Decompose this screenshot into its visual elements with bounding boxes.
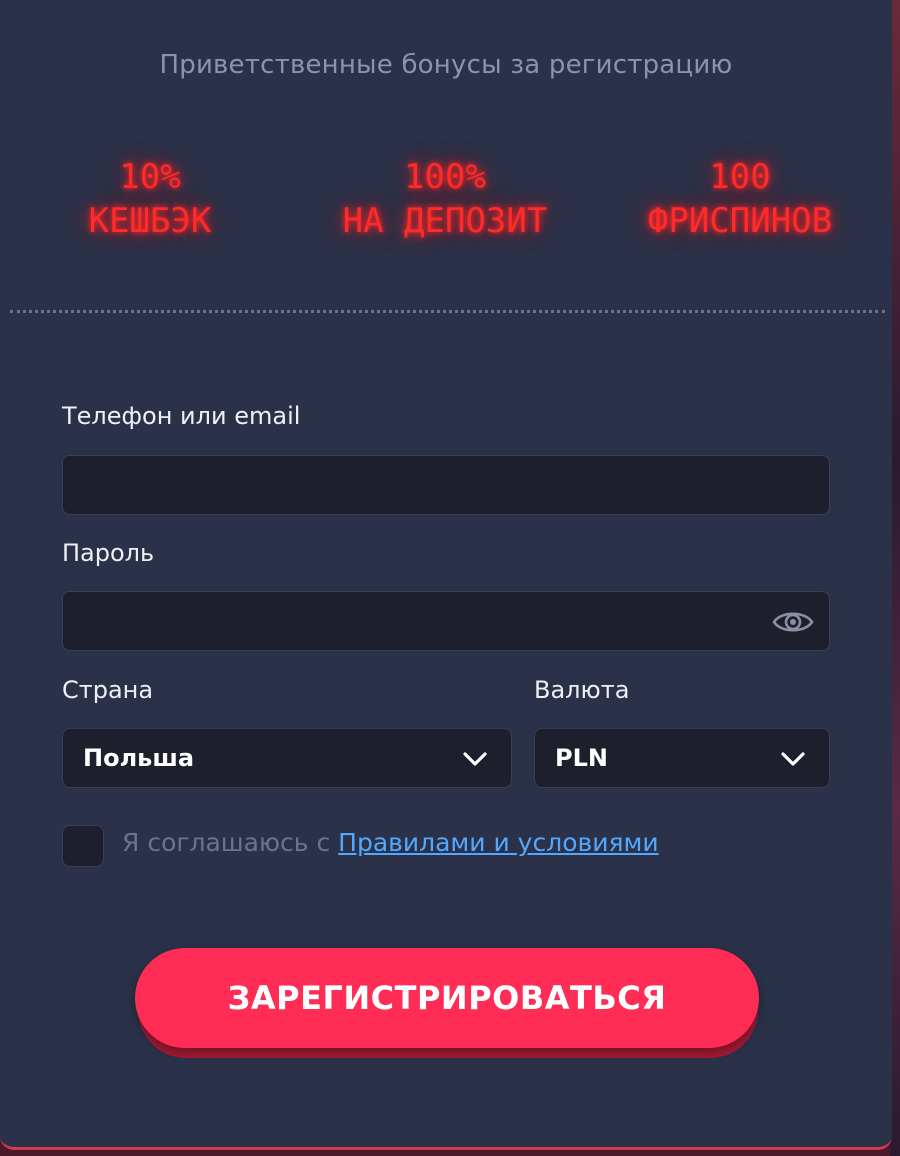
bonus-freespins-value: 100 <box>709 157 771 197</box>
bonus-freespins-label: ФРИСПИНОВ <box>647 201 833 241</box>
registration-panel: Приветственные бонусы за регистрацию 10%… <box>0 0 892 1150</box>
country-label: Страна <box>62 676 154 704</box>
bonus-deposit-value: 100% <box>404 157 486 197</box>
country-select[interactable]: Польша <box>62 728 512 788</box>
register-button[interactable]: ЗАРЕГИСТРИРОВАТЬСЯ <box>135 948 759 1048</box>
agree-terms-checkbox[interactable] <box>62 825 104 867</box>
bonus-cashback-value: 10% <box>119 157 181 197</box>
terms-link[interactable]: Правилами и условиями <box>338 828 658 857</box>
bonus-cashback-label: КЕШБЭК <box>88 201 212 241</box>
currency-select[interactable]: PLN <box>534 728 830 788</box>
country-selected-value: Польша <box>83 744 195 772</box>
login-label: Телефон или email <box>62 402 301 430</box>
currency-label: Валюта <box>534 676 630 704</box>
welcome-bonus-subtitle: Приветственные бонусы за регистрацию <box>159 50 733 80</box>
password-field <box>62 591 830 651</box>
password-label: Пароль <box>62 539 155 567</box>
bonus-deposit: 100% НА ДЕПОЗИТ <box>300 155 590 243</box>
currency-selected-value: PLN <box>555 744 608 772</box>
eye-icon[interactable] <box>771 606 815 638</box>
password-input[interactable] <box>63 592 783 650</box>
agree-terms-text: Я соглашаюсь с Правилами и условиями <box>122 828 659 857</box>
dotted-divider <box>10 310 885 313</box>
chevron-down-icon <box>463 752 487 766</box>
bonus-cashback: 10% КЕШБЭК <box>40 155 260 243</box>
bonus-deposit-label: НА ДЕПОЗИТ <box>342 201 548 241</box>
agree-terms-prefix: Я соглашаюсь с <box>122 828 339 857</box>
chevron-down-icon <box>781 752 805 766</box>
bonus-freespins: 100 ФРИСПИНОВ <box>600 155 880 243</box>
login-input[interactable] <box>62 455 830 515</box>
